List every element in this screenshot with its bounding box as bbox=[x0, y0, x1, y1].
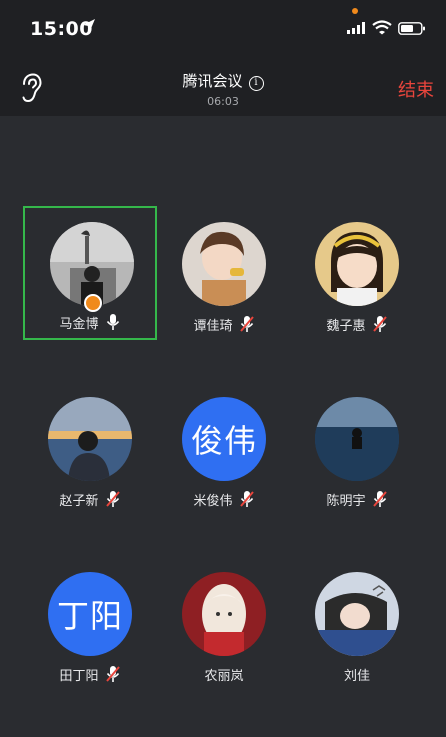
microphone-muted-icon bbox=[239, 491, 254, 507]
participant-name-row: 陈明宇 bbox=[290, 489, 424, 509]
meeting-title[interactable]: 腾讯会议 i bbox=[0, 70, 446, 91]
participant-tile[interactable]: 魏子惠 bbox=[290, 206, 424, 340]
battery-icon bbox=[398, 22, 425, 35]
participant-tile[interactable]: 谭佳琦 bbox=[157, 206, 291, 340]
participant-name-row: 谭佳琦 bbox=[157, 314, 291, 334]
avatar bbox=[182, 572, 266, 656]
cellular-signal-icon bbox=[347, 22, 365, 34]
participant-name: 米俊伟 bbox=[193, 493, 233, 509]
recording-dot-icon bbox=[352, 8, 358, 14]
participant-tile[interactable]: 刘佳 bbox=[290, 556, 424, 690]
participant-name: 农丽岚 bbox=[204, 668, 244, 684]
wifi-icon bbox=[372, 20, 392, 35]
participant-tile[interactable]: 陈明宇 bbox=[290, 381, 424, 515]
participant-name-row: 刘佳 bbox=[290, 664, 424, 684]
end-meeting-button[interactable]: 结束 bbox=[398, 76, 434, 102]
participant-name-row: 赵子新 bbox=[23, 489, 157, 509]
participant-name-row: 魏子惠 bbox=[290, 314, 424, 334]
participant-tile[interactable]: 俊伟 米俊伟 bbox=[157, 381, 291, 515]
participant-name-row: 田丁阳 bbox=[23, 664, 157, 684]
participant-name-row: 马金博 bbox=[25, 312, 155, 332]
meeting-timer: 06:03 bbox=[207, 95, 239, 108]
meeting-title-text: 腾讯会议 bbox=[182, 72, 243, 90]
avatar: 俊伟 bbox=[182, 397, 266, 481]
avatar bbox=[315, 572, 399, 656]
participant-name: 赵子新 bbox=[59, 493, 99, 509]
participant-tile[interactable]: 马金博 bbox=[23, 206, 157, 340]
avatar bbox=[315, 222, 399, 306]
microphone-on-icon bbox=[106, 314, 119, 330]
participant-name: 马金博 bbox=[59, 316, 99, 332]
participant-name: 田丁阳 bbox=[59, 668, 99, 684]
host-badge-icon bbox=[84, 294, 102, 312]
location-arrow-icon bbox=[83, 19, 95, 32]
avatar bbox=[48, 397, 132, 481]
avatar bbox=[182, 222, 266, 306]
participant-tile[interactable]: 丁阳 田丁阳 bbox=[23, 556, 157, 690]
avatar bbox=[315, 397, 399, 481]
participant-name-row: 米俊伟 bbox=[157, 489, 291, 509]
participant-name: 刘佳 bbox=[343, 668, 370, 684]
microphone-muted-icon bbox=[372, 491, 387, 507]
participant-name-row: 农丽岚 bbox=[157, 664, 291, 684]
participant-name: 谭佳琦 bbox=[193, 318, 233, 334]
meeting-header: 腾讯会议 i 06:03 结束 bbox=[0, 58, 446, 116]
participant-name: 魏子惠 bbox=[326, 318, 366, 334]
microphone-muted-icon bbox=[105, 491, 120, 507]
info-icon[interactable]: i bbox=[248, 76, 264, 91]
avatar: 丁阳 bbox=[48, 572, 132, 656]
microphone-muted-icon bbox=[372, 316, 387, 332]
participant-tile[interactable]: 农丽岚 bbox=[157, 556, 291, 690]
participant-name: 陈明宇 bbox=[326, 493, 366, 509]
participant-tile[interactable]: 赵子新 bbox=[23, 381, 157, 515]
status-bar: 15:00 bbox=[0, 0, 446, 58]
microphone-muted-icon bbox=[239, 316, 254, 332]
microphone-muted-icon bbox=[105, 666, 120, 682]
